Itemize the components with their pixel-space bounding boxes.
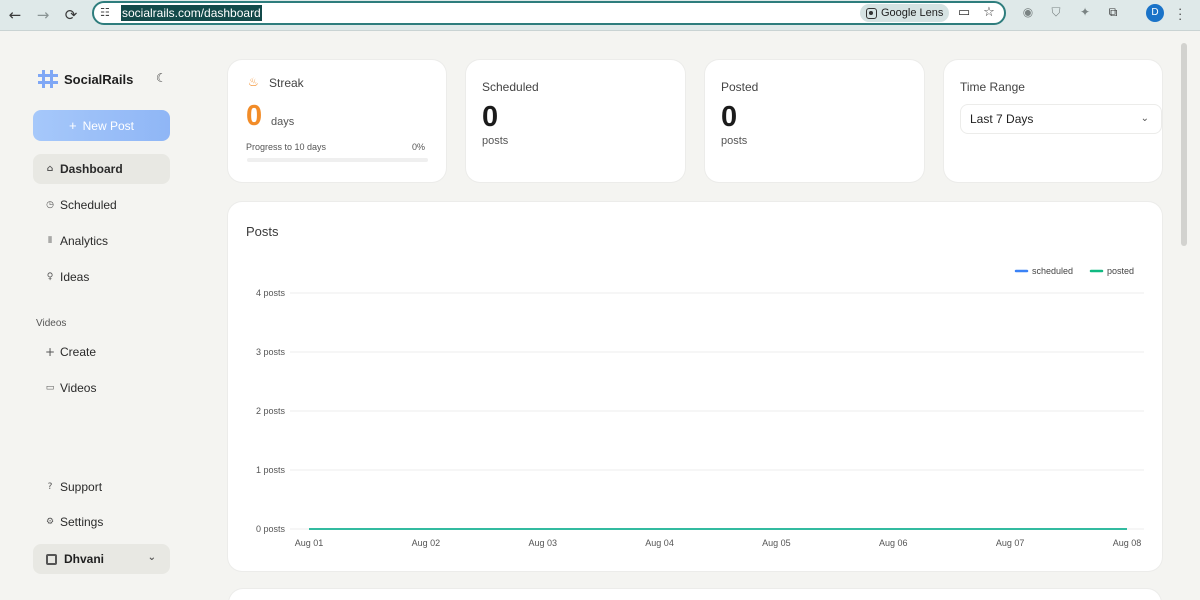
bar-chart-icon: ⫴ [48, 236, 52, 246]
plus-icon: + [69, 118, 77, 133]
sidebar-item-label: Analytics [60, 234, 109, 248]
flame-icon: ♨ [248, 75, 259, 89]
y-tick-label: 0 posts [256, 524, 286, 534]
x-tick-label: Aug 01 [295, 538, 324, 548]
time-range-value: Last 7 Days [970, 112, 1034, 126]
moon-icon[interactable]: ☾ [156, 71, 167, 85]
time-range-card: Time Range Last 7 Days ⌄ [944, 60, 1162, 182]
sidebar-item-dashboard[interactable]: ⌂ Dashboard [33, 154, 170, 184]
time-range-select[interactable]: Last 7 Days ⌄ [960, 104, 1162, 134]
posted-unit: posts [721, 135, 748, 147]
plus-icon: + [45, 345, 56, 359]
video-icon: ▭ [45, 383, 55, 393]
sidebar-item-videos[interactable]: ▭ Videos [33, 373, 170, 403]
sidebar-item-support[interactable]: ? Support [33, 472, 170, 502]
x-tick-label: Aug 07 [996, 538, 1025, 548]
chevron-down-icon: ⌄ [147, 552, 156, 563]
scheduled-card: Scheduled 0 posts [466, 60, 685, 182]
browser-menu-icon[interactable]: · · · [1178, 2, 1182, 25]
sidebar-item-settings[interactable]: ⚙ Settings [33, 507, 170, 537]
forward-icon[interactable]: → [32, 4, 54, 26]
clock-icon: ◷ [46, 200, 54, 210]
y-tick-label: 1 posts [256, 465, 286, 475]
posted-card: Posted 0 posts [705, 60, 924, 182]
sidebar-item-label: Settings [60, 515, 104, 529]
x-tick-label: Aug 02 [412, 538, 441, 548]
user-name: Dhvani [64, 552, 105, 566]
chevron-down-icon: ⌄ [1140, 113, 1149, 124]
streak-unit: days [271, 116, 295, 128]
posts-chart-card: Posts 0 posts 1 posts 2 posts 3 posts 4 post… [228, 202, 1162, 571]
help-icon: ? [47, 482, 53, 492]
sidebar-item-label: Create [60, 345, 97, 359]
legend-label-scheduled: scheduled [1032, 266, 1073, 276]
sidebar-item-scheduled[interactable]: ◷ Scheduled [33, 190, 170, 220]
scheduled-unit: posts [482, 135, 509, 147]
x-tick-label: Aug 06 [879, 538, 908, 548]
sidebar-item-label: Support [60, 480, 103, 494]
extensions-icon[interactable]: ⧉ [1104, 5, 1122, 23]
site-settings-icon[interactable]: ☷ [100, 6, 116, 20]
posts-line-chart: 0 posts 1 posts 2 posts 3 posts 4 posts Aug 0… [256, 266, 1144, 548]
x-tick-label: Aug 08 [1113, 538, 1142, 548]
legend-label-posted: posted [1107, 266, 1134, 276]
new-post-button[interactable]: + New Post [33, 110, 170, 141]
streak-title: Streak [269, 76, 304, 90]
sidebar-item-label: Ideas [60, 270, 90, 284]
sidebar-item-create[interactable]: + Create [33, 337, 170, 367]
y-tick-label: 4 posts [256, 288, 286, 298]
sidebar-item-label: Videos [60, 381, 97, 395]
sidebar-item-ideas[interactable]: ♀ Ideas [33, 262, 170, 292]
brand-name: SocialRails [64, 71, 134, 87]
puzzle-extension-icon[interactable]: ✦ [1076, 5, 1094, 23]
streak-card: ♨ Streak 0 days Progress to 10 days 0% [228, 60, 446, 182]
lens-icon [866, 7, 877, 19]
home-icon: ⌂ [46, 164, 54, 174]
shield-extension-icon[interactable]: ⛉ [1047, 5, 1065, 23]
x-tick-label: Aug 05 [762, 538, 791, 548]
x-tick-label: Aug 03 [528, 538, 557, 548]
posted-value: 0 [721, 101, 738, 133]
url-text[interactable]: socialrails.com/dashboard [121, 5, 262, 21]
camera-extension-icon[interactable]: ◉ [1019, 5, 1037, 23]
sidebar: SocialRails ☾ + New Post ⌂ Dashboard ◷ S… [0, 32, 205, 600]
streak-progress-percent: 0% [412, 142, 426, 152]
user-avatar-icon [46, 553, 57, 565]
sidebar-item-label: Dashboard [60, 162, 123, 176]
gear-icon: ⚙ [45, 517, 55, 527]
next-card-edge [229, 589, 1161, 600]
streak-value: 0 [246, 100, 263, 132]
streak-progress-bar [247, 158, 428, 162]
profile-avatar[interactable]: D [1146, 4, 1164, 22]
scheduled-title: Scheduled [482, 80, 539, 94]
streak-progress-label: Progress to 10 days [246, 142, 327, 152]
socialrails-logo-icon [38, 70, 58, 88]
card-icon[interactable]: ▭ [956, 5, 972, 21]
time-range-title: Time Range [960, 80, 1025, 94]
page-scrollbar[interactable] [1181, 43, 1187, 246]
google-lens-button[interactable]: Google Lens [860, 4, 950, 22]
brand[interactable]: SocialRails [38, 70, 133, 88]
browser-toolbar: ← → ⟳ ☷ socialrails.com/dashboard Google… [0, 0, 1200, 31]
address-bar[interactable]: ☷ socialrails.com/dashboard Google Lens … [92, 1, 1006, 25]
y-tick-label: 3 posts [256, 347, 286, 357]
user-menu[interactable]: Dhvani ⌄ [33, 544, 170, 574]
x-tick-label: Aug 04 [645, 538, 674, 548]
new-post-label: New Post [82, 118, 134, 133]
sidebar-item-label: Scheduled [60, 198, 117, 212]
lens-label: Google Lens [881, 7, 944, 19]
back-icon[interactable]: ← [4, 4, 26, 26]
bookmark-star-icon[interactable]: ☆ [981, 5, 997, 21]
posted-title: Posted [721, 80, 759, 94]
videos-section-label: Videos [36, 318, 67, 329]
reload-icon[interactable]: ⟳ [60, 4, 82, 26]
sidebar-item-analytics[interactable]: ⫴ Analytics [33, 226, 170, 256]
lightbulb-icon: ♀ [46, 272, 54, 282]
y-tick-label: 2 posts [256, 406, 286, 416]
scheduled-value: 0 [482, 101, 499, 133]
